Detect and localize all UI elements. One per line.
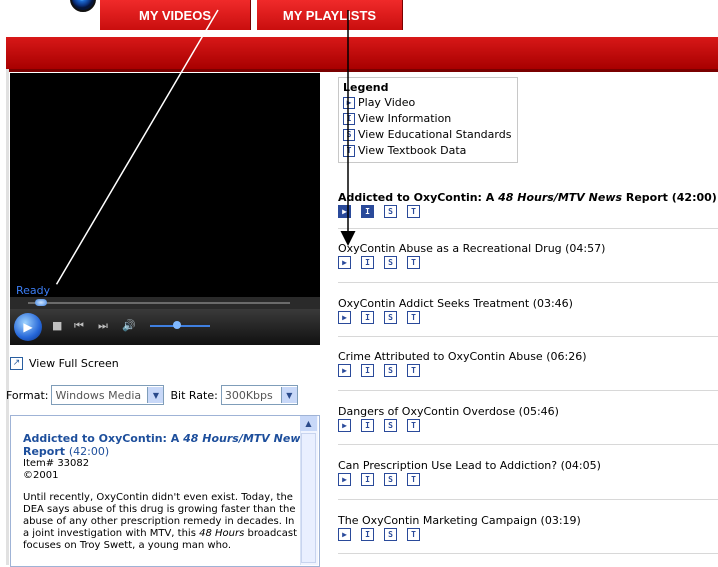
annotation-arrows (48, 9, 356, 298)
annotation-arrow (48, 9, 219, 298)
